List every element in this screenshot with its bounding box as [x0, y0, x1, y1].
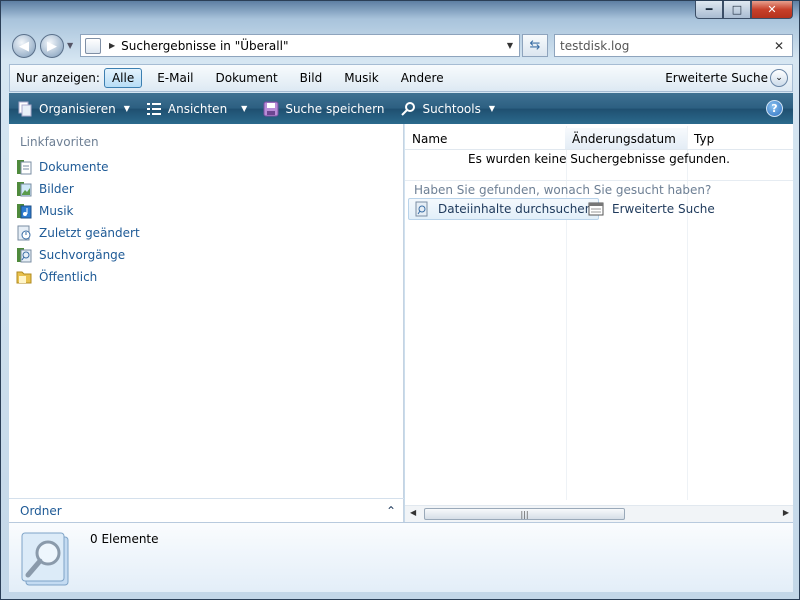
nav-item-label: Suchvorgänge [39, 248, 126, 262]
searches-icon [17, 248, 32, 263]
search-location-icon [85, 37, 101, 54]
search-contents-icon [415, 201, 428, 217]
organize-dropdown-icon: ▼ [123, 104, 130, 113]
nav-item-recent[interactable]: Zuletzt geändert [16, 225, 140, 241]
filter-bar: Nur anzeigen: Alle E-Mail Dokument Bild … [9, 64, 793, 92]
views-label: Ansichten [167, 101, 228, 116]
advanced-search-toggle[interactable]: Erweiterte Suche ⌄ [665, 69, 788, 87]
search-contents-label: Dateiinhalte durchsuchen [438, 202, 593, 216]
filter-music[interactable]: Musik [337, 69, 386, 87]
nav-item-music[interactable]: Musik [16, 203, 74, 219]
save-search-button[interactable]: Suche speichern [263, 101, 384, 117]
breadcrumb[interactable]: Suchergebnisse in "Überall" [121, 39, 288, 53]
address-dropdown-icon[interactable]: ▼ [507, 41, 513, 50]
header-divider [405, 149, 793, 150]
filter-all[interactable]: Alle [103, 68, 143, 88]
address-bar[interactable]: ▶ Suchergebnisse in "Überall" ▼ [80, 34, 520, 57]
explorer-window: ━ □ ✕ ◀ ▶ ▼ ▶ Suchergebnisse in "Überall… [0, 0, 800, 600]
maximize-button[interactable]: □ [723, 1, 751, 19]
search-box[interactable]: ✕ [554, 34, 793, 57]
search-file-contents-button[interactable]: Dateiinhalte durchsuchen [408, 198, 600, 220]
filter-document[interactable]: Dokument [209, 69, 285, 87]
clear-search-icon[interactable]: ✕ [774, 39, 784, 53]
column-header-date[interactable]: Änderungsdatum [565, 128, 687, 150]
advanced-search-action-label: Erweiterte Suche [612, 202, 715, 216]
filter-other[interactable]: Andere [394, 69, 451, 87]
search-tools-button[interactable]: Suchtools ▼ [400, 101, 495, 117]
advanced-search-label: Erweiterte Suche [665, 71, 768, 85]
caption-buttons: ━ □ ✕ [695, 1, 793, 19]
nav-item-public[interactable]: Öffentlich [16, 269, 97, 285]
close-button[interactable]: ✕ [751, 1, 793, 19]
filter-label: Nur anzeigen: [16, 71, 100, 85]
chevron-up-icon: ⌃ [385, 503, 396, 518]
section-divider [405, 180, 793, 181]
scroll-left-icon[interactable]: ◀ [410, 508, 416, 517]
scrollbar-thumb[interactable]: ||| [424, 508, 625, 520]
chevron-down-icon: ⌄ [770, 69, 788, 87]
column-header-name[interactable]: Name [405, 128, 565, 150]
save-search-icon [263, 101, 279, 117]
nav-item-searches[interactable]: Suchvorgänge [16, 247, 125, 263]
column-header-label: Name [412, 132, 448, 146]
refresh-icon: ⇆ [529, 38, 541, 53]
pictures-icon [17, 182, 32, 197]
column-header-label: Änderungsdatum [572, 132, 676, 146]
nav-item-label: Öffentlich [39, 270, 98, 284]
help-icon[interactable]: ? [766, 100, 783, 117]
nav-item-pictures[interactable]: Bilder [16, 181, 74, 197]
public-folder-icon [16, 271, 32, 284]
filter-email[interactable]: E-Mail [150, 69, 200, 87]
minimize-button[interactable]: ━ [695, 1, 723, 19]
advanced-search-button[interactable]: Erweiterte Suche [583, 198, 721, 220]
details-pane: 0 Elemente [9, 522, 793, 592]
save-search-label: Suche speichern [285, 101, 385, 116]
forward-button[interactable]: ▶ [40, 34, 64, 58]
search-folder-large-icon [21, 532, 69, 586]
forward-arrow-icon: ▶ [47, 38, 57, 54]
history-dropdown-icon[interactable]: ▼ [67, 41, 73, 50]
search-tools-icon [400, 101, 416, 117]
refresh-button[interactable]: ⇆ [522, 34, 548, 57]
advanced-search-icon [588, 202, 604, 216]
folders-toggle[interactable]: Ordner ⌃ [9, 498, 404, 522]
column-header-label: Typ [694, 132, 715, 146]
horizontal-scrollbar[interactable]: ◀ ||| ▶ [405, 505, 793, 522]
favorite-links-heading: Linkfavoriten [20, 135, 99, 149]
documents-icon [17, 160, 32, 175]
nav-item-documents[interactable]: Dokumente [16, 159, 109, 175]
navigation-pane: Linkfavoriten Dokumente Bilder Musik Zul… [9, 124, 404, 522]
organize-icon [17, 101, 33, 117]
found-question: Haben Sie gefunden, wonach Sie gesucht h… [414, 183, 712, 197]
column-header-type[interactable]: Typ [687, 128, 793, 150]
breadcrumb-arrow-icon[interactable]: ▶ [109, 41, 115, 50]
recent-icon [17, 225, 31, 241]
nav-item-label: Musik [39, 204, 74, 218]
results-pane: Name Änderungsdatum Typ Es wurden keine … [405, 124, 793, 522]
back-button[interactable]: ◀ [12, 34, 36, 58]
search-input[interactable] [560, 38, 760, 53]
organize-button[interactable]: Organisieren ▼ [17, 101, 130, 117]
nav-item-label: Dokumente [39, 160, 109, 174]
filter-picture[interactable]: Bild [293, 69, 330, 87]
search-tools-label: Suchtools [422, 101, 481, 116]
views-icon [146, 101, 162, 117]
scroll-right-icon[interactable]: ▶ [783, 508, 789, 517]
command-toolbar: Organisieren ▼ Ansichten ▼ Suche speiche… [9, 93, 793, 124]
views-button[interactable]: Ansichten ▼ [146, 101, 247, 117]
empty-results-message: Es wurden keine Suchergebnisse gefunden. [468, 152, 730, 166]
folders-label: Ordner [20, 503, 62, 518]
nav-item-label: Bilder [39, 182, 74, 196]
organize-label: Organisieren [39, 101, 116, 116]
views-dropdown-icon[interactable]: ▼ [241, 104, 247, 113]
search-tools-dropdown-icon: ▼ [488, 104, 496, 113]
music-icon [17, 204, 32, 219]
item-count: 0 Elemente [90, 532, 159, 546]
back-arrow-icon: ◀ [19, 38, 29, 54]
nav-item-label: Zuletzt geändert [39, 226, 140, 240]
